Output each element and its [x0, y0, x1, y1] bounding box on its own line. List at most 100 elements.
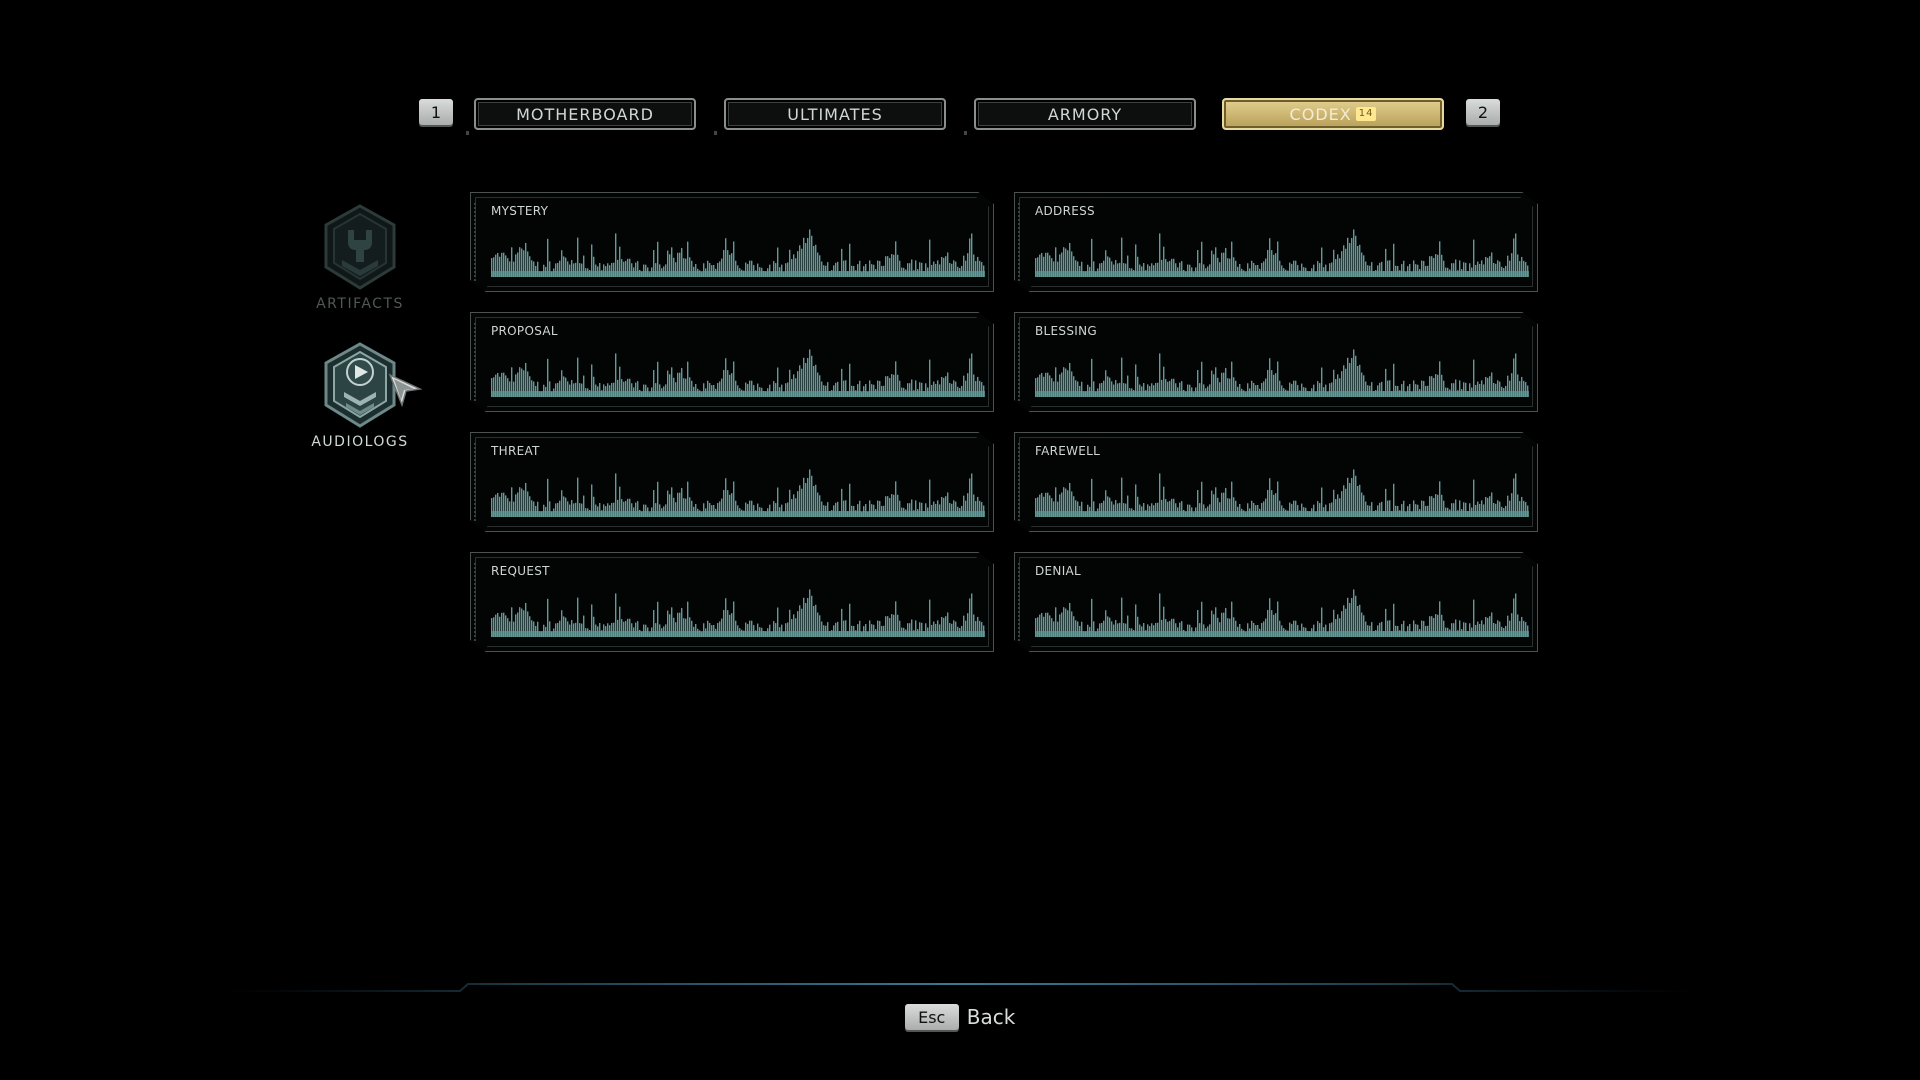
waveform-bar	[1423, 620, 1425, 637]
audiolog-card-threat[interactable]: THREAT	[470, 432, 994, 532]
waveform-bar	[1121, 597, 1123, 637]
waveform-bar	[1327, 632, 1329, 637]
waveform-bar	[1245, 512, 1247, 517]
waveform-bar	[717, 383, 719, 397]
waveform-bar	[623, 381, 625, 397]
card-edge	[1018, 323, 1020, 401]
waveform-bar	[731, 253, 733, 277]
waveform-bar	[1057, 261, 1059, 277]
audiolog-card-proposal[interactable]: PROPOSAL	[470, 312, 994, 412]
waveform-bar	[1401, 624, 1403, 637]
waveform-bar	[1157, 502, 1159, 517]
waveform-bar	[1333, 609, 1335, 637]
back-action[interactable]: Esc Back	[0, 1004, 1920, 1030]
waveform-bar	[699, 270, 701, 277]
next-tab-key[interactable]: 2	[1466, 99, 1500, 125]
waveform-bar	[1511, 373, 1513, 397]
waveform-bar	[1083, 511, 1085, 517]
waveform-bar	[1053, 621, 1055, 637]
audiolog-card-mystery[interactable]: MYSTERY	[470, 192, 994, 292]
waveform-bar	[1273, 614, 1275, 637]
waveform-bar	[1341, 611, 1343, 637]
audiolog-card-denial[interactable]: DENIAL	[1014, 552, 1538, 652]
waveform-bar	[859, 260, 861, 277]
card-edge	[1018, 563, 1020, 641]
waveform-bar	[1363, 615, 1365, 637]
waveform-bar	[943, 377, 945, 397]
waveform-bar	[957, 506, 959, 517]
waveform-bar	[1407, 386, 1409, 397]
tab-armory[interactable]: ARMORY	[974, 98, 1196, 130]
esc-key[interactable]: Esc	[904, 1004, 959, 1030]
waveform-bar	[1351, 237, 1353, 277]
tab-motherboard[interactable]: MOTHERBOARD	[474, 98, 696, 130]
waveform-bar	[575, 262, 577, 277]
waveform-bar	[981, 622, 983, 637]
audiolog-card-address[interactable]: ADDRESS	[1014, 192, 1538, 292]
sidebar-item-artifacts[interactable]: ARTIFACTS	[300, 204, 420, 312]
waveform-bar	[1267, 249, 1269, 277]
waveform-bar	[1351, 357, 1353, 397]
waveform-bar	[879, 620, 881, 637]
waveform-bar	[1191, 267, 1193, 277]
waveform-bar	[505, 375, 507, 397]
audiolog-card-request[interactable]: REQUEST	[470, 552, 994, 652]
waveform-bar	[625, 500, 627, 517]
waveform-bar	[1051, 258, 1053, 277]
waveform-bar	[789, 369, 791, 397]
waveform-bar	[973, 254, 975, 277]
waveform-bar	[1171, 258, 1173, 277]
waveform-bar	[1153, 505, 1155, 517]
waveform-bar	[709, 622, 711, 637]
waveform-bar	[721, 498, 723, 517]
waveform-bar	[1345, 368, 1347, 397]
waveform-bar	[947, 372, 949, 397]
waveform-bar	[893, 254, 895, 277]
waveform-bar	[745, 382, 747, 397]
waveform-graphic	[491, 589, 985, 637]
waveform-bar	[1077, 621, 1079, 637]
waveform-bar	[929, 599, 931, 637]
waveform-bar	[1225, 607, 1227, 637]
waveform-bar	[555, 383, 557, 397]
waveform-bar	[773, 261, 775, 277]
tab-ultimates[interactable]: ULTIMATES	[724, 98, 946, 130]
waveform-bar	[1421, 620, 1423, 637]
waveform-bar	[857, 624, 859, 637]
waveform-bar	[1355, 475, 1357, 517]
waveform-bar	[1047, 252, 1049, 277]
waveform-bar	[1389, 620, 1391, 637]
waveform-bar	[689, 377, 691, 397]
waveform-bar	[1345, 248, 1347, 277]
waveform-bar	[875, 389, 877, 397]
waveform-bar	[1393, 483, 1395, 517]
waveform-bar	[647, 387, 649, 397]
waveform-bar	[741, 629, 743, 637]
waveform-bar	[1477, 261, 1479, 277]
waveform-bar	[1249, 628, 1251, 637]
waveform-bar	[1137, 256, 1139, 277]
waveform-bar	[1525, 622, 1527, 637]
waveform-bar	[1469, 623, 1471, 637]
tab-codex[interactable]: CODEX 14	[1222, 98, 1444, 130]
waveform-bar	[1429, 616, 1431, 637]
waveform-bar	[1039, 494, 1041, 517]
waveform-bar	[545, 386, 547, 397]
waveform-bar	[1305, 507, 1307, 517]
waveform-bar	[957, 386, 959, 397]
waveform-bar	[1129, 508, 1131, 517]
waveform-bar	[1273, 494, 1275, 517]
waveform-bar	[801, 608, 803, 637]
waveform-bar	[1497, 620, 1499, 637]
audiolog-card-farewell[interactable]: FAREWELL	[1014, 432, 1538, 532]
waveform-bar	[491, 498, 493, 517]
waveform-bar	[573, 263, 575, 277]
waveform-bar	[1339, 378, 1341, 397]
prev-tab-key[interactable]: 1	[419, 99, 453, 125]
waveform-bar	[547, 598, 549, 637]
waveform-bar	[1383, 631, 1385, 637]
audiolog-card-blessing[interactable]: BLESSING	[1014, 312, 1538, 412]
waveform-bar	[1177, 267, 1179, 277]
waveform-bar	[1373, 511, 1375, 517]
waveform-bar	[713, 624, 715, 637]
